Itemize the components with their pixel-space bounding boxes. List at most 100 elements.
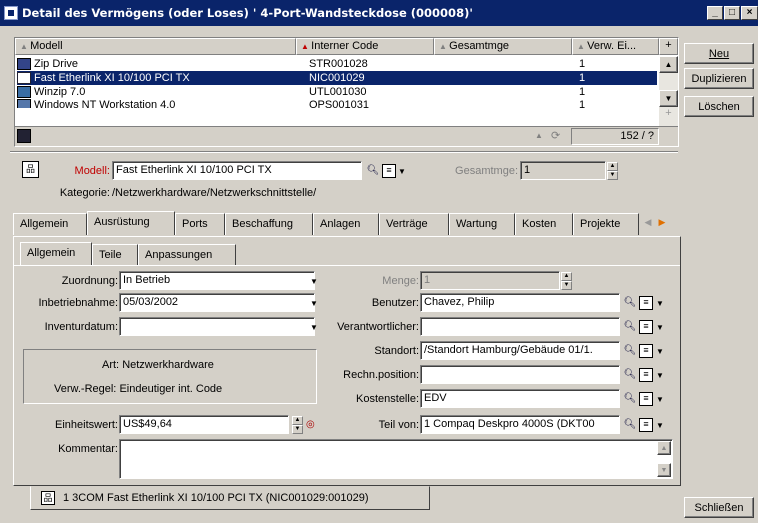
subtab-teile[interactable]: Teile [92, 244, 138, 266]
minimize-button[interactable]: _ [707, 6, 723, 20]
tab-vertraege[interactable]: Verträge [379, 213, 449, 235]
chevron-down-icon[interactable]: ▼ [310, 277, 318, 286]
duplicate-button[interactable]: Duplizieren [684, 68, 754, 89]
scroll-up-button[interactable]: ▲ [657, 441, 671, 455]
detail-icon[interactable]: ≡ [639, 392, 653, 406]
delete-button[interactable]: Löschen [684, 96, 754, 117]
row-qty: 1 [579, 72, 586, 84]
location-field[interactable]: /Standort Hamburg/Gebäude 01/1. [420, 341, 620, 360]
tab-anlagen[interactable]: Anlagen [313, 213, 379, 235]
row-qty: 1 [579, 58, 586, 70]
app-icon [4, 6, 18, 20]
nature-text: Art: Netzwerkhardware [102, 359, 214, 371]
detail-icon[interactable]: ≡ [382, 164, 396, 178]
search-icon[interactable]: 🔍︎ [623, 418, 637, 432]
search-icon[interactable]: 🔍︎ [623, 320, 637, 334]
model-label: Modell: [74, 165, 110, 177]
detail-icon[interactable]: ≡ [639, 320, 653, 334]
chevron-down-icon[interactable]: ▼ [656, 323, 664, 332]
cost-center-field[interactable]: EDV [420, 389, 620, 408]
tab-projekte[interactable]: Projekte [573, 213, 639, 235]
chevron-down-icon[interactable]: ▼ [310, 299, 318, 308]
new-button[interactable]: Neu [684, 43, 754, 64]
scroll-down-button[interactable]: ▼ [657, 463, 671, 477]
tab-kosten[interactable]: Kosten [515, 213, 573, 235]
subtab-allgemein[interactable]: Allgemein [20, 242, 92, 265]
list-row-selected[interactable]: Fast Etherlink XI 10/100 PCI TX NIC00102… [17, 71, 657, 85]
chevron-down-icon[interactable]: ▼ [656, 371, 664, 380]
column-header-mgmt[interactable]: ▲ Verw. Ei... [572, 38, 659, 55]
main-tab-strip: Allgemein Ausrüstung Ports Beschaffung A… [13, 211, 681, 237]
tab-wartung[interactable]: Wartung [449, 213, 515, 235]
search-icon[interactable]: 🔍︎ [623, 392, 637, 406]
quantity-spinner: ▲ ▼ [561, 272, 572, 290]
scroll-extra-button[interactable]: + [659, 107, 678, 124]
os-icon [17, 99, 31, 108]
refresh-icon[interactable]: ⟳ [551, 129, 560, 142]
detail-icon[interactable]: ≡ [639, 296, 653, 310]
subtab-anpassungen[interactable]: Anpassungen [138, 244, 236, 266]
supervisor-field[interactable] [420, 317, 620, 336]
chevron-down-icon[interactable]: ▼ [656, 299, 664, 308]
comment-scrollbar[interactable]: ▲ ▼ [657, 441, 671, 477]
tab-beschaffung[interactable]: Beschaffung [225, 213, 313, 235]
chevron-down-icon[interactable]: ▼ [310, 323, 318, 332]
chevron-down-icon[interactable]: ▼ [656, 395, 664, 404]
detail-icon[interactable]: ≡ [639, 368, 653, 382]
list-scrollbar[interactable]: ▲ ▼ + [659, 56, 678, 126]
chevron-down-icon[interactable]: ▼ [656, 347, 664, 356]
column-header-qty[interactable]: ▲ Gesamtmge [434, 38, 572, 55]
currency-icon[interactable]: ◎ [306, 419, 315, 430]
unit-value-field[interactable]: US$49,64 [119, 415, 289, 434]
unit-value-spinner[interactable]: ▲ ▼ [292, 416, 303, 434]
list-row[interactable]: Zip Drive STR001028 1 [17, 57, 657, 71]
row-model: Windows NT Workstation 4.0 [34, 99, 176, 108]
mgmt-rule-text: Verw.-Regel: Eindeutiger int. Code [54, 383, 223, 395]
detail-icon[interactable]: ≡ [639, 418, 653, 432]
model-field[interactable]: Fast Etherlink XI 10/100 PCI TX [112, 161, 362, 180]
footer-record-tab[interactable]: 品 1 3COM Fast Etherlink XI 10/100 PCI TX… [30, 486, 430, 510]
install-date-label: Inbetriebnahme: [38, 297, 119, 309]
row-code: NIC001029 [309, 72, 365, 84]
search-icon[interactable]: 🔍︎ [623, 296, 637, 310]
maximize-button[interactable]: □ [724, 6, 740, 20]
quantity-label: Menge: [382, 275, 419, 287]
search-icon[interactable]: 🔍︎ [366, 164, 380, 178]
comment-field[interactable] [119, 439, 673, 479]
part-of-field[interactable]: 1 Compaq Deskpro 4000S (DKT00 [420, 415, 620, 434]
detail-icon[interactable]: ≡ [639, 344, 653, 358]
search-icon[interactable]: 🔍︎ [623, 368, 637, 382]
search-icon[interactable]: 🔍︎ [623, 344, 637, 358]
separator [10, 151, 678, 153]
user-field[interactable]: Chavez, Philip [420, 293, 620, 312]
position-field[interactable] [420, 365, 620, 384]
close-button[interactable]: Schließen [684, 497, 754, 518]
part-of-label: Teil von: [378, 419, 419, 431]
install-date-field[interactable]: 05/03/2002 [119, 293, 315, 312]
chevron-down-icon[interactable]: ▼ [398, 167, 406, 176]
tab-allgemein[interactable]: Allgemein [13, 213, 87, 235]
tab-scroll-left-icon[interactable]: ◀ [641, 217, 655, 231]
title-bar[interactable]: Detail des Vermögens (oder Loses) ' 4-Po… [0, 0, 758, 26]
list-view-icon[interactable] [17, 129, 31, 143]
column-header-model[interactable]: ▲ Modell [15, 38, 296, 55]
scroll-up-button[interactable]: ▲ [659, 56, 678, 73]
inventory-date-field[interactable] [119, 317, 315, 336]
chevron-down-icon[interactable]: ▼ [656, 421, 664, 430]
asset-list[interactable]: ▲ Modell ▲ Interner Code ▲ Gesamtmge ▲ V… [14, 37, 679, 147]
tab-ausruestung[interactable]: Ausrüstung [87, 211, 175, 235]
window-title: Detail des Vermögens (oder Loses) ' 4-Po… [22, 6, 473, 20]
tab-scroll-right-icon[interactable]: ▶ [655, 217, 669, 231]
row-model: Winzip 7.0 [34, 86, 86, 98]
row-qty: 1 [579, 86, 586, 98]
close-window-button[interactable]: × [741, 6, 758, 20]
tab-ports[interactable]: Ports [175, 213, 225, 235]
position-label: Rechn.position: [343, 369, 419, 381]
scroll-down-button[interactable]: ▼ [659, 90, 678, 107]
add-column-button[interactable]: + [659, 38, 678, 55]
assignment-select[interactable]: In Betrieb [119, 271, 315, 290]
column-header-code[interactable]: ▲ Interner Code [296, 38, 434, 55]
list-row[interactable]: Winzip 7.0 UTL001030 1 [17, 85, 657, 99]
list-row[interactable]: Windows NT Workstation 4.0 OPS001031 1 [17, 99, 657, 108]
user-label: Benutzer: [371, 297, 419, 309]
